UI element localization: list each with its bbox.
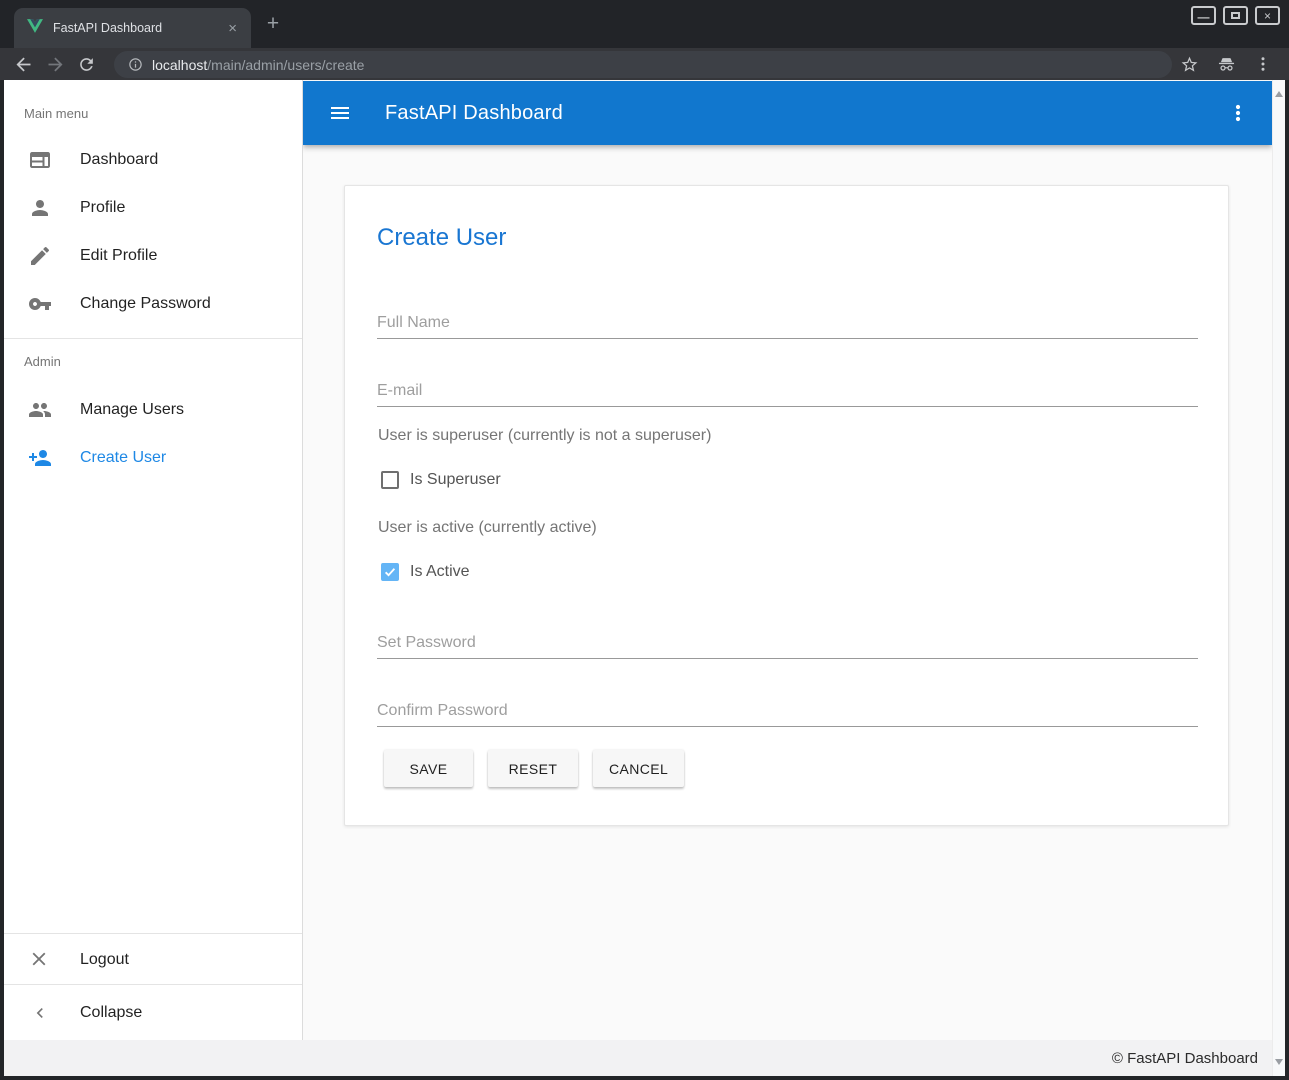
app-footer: © FastAPI Dashboard <box>4 1040 1272 1076</box>
sidebar-item-create-user[interactable]: Create User <box>4 434 302 482</box>
scroll-down-icon[interactable] <box>1275 1059 1283 1065</box>
url-path: /main/admin/users/create <box>207 57 364 73</box>
email-field[interactable] <box>377 375 1198 407</box>
dashboard-icon <box>28 148 52 172</box>
address-bar[interactable]: localhost/main/admin/users/create <box>114 51 1172 78</box>
scroll-up-icon[interactable] <box>1275 91 1283 97</box>
back-icon[interactable] <box>13 54 34 75</box>
new-tab-button[interactable]: + <box>261 13 285 37</box>
sidebar: Main menu Dashboard Profile Edit Profile… <box>4 80 303 1040</box>
hamburger-menu-icon[interactable] <box>328 101 352 125</box>
sidebar-item-profile[interactable]: Profile <box>4 184 302 232</box>
app-viewport: Main menu Dashboard Profile Edit Profile… <box>4 80 1285 1076</box>
app-top-bar: FastAPI Dashboard <box>303 81 1272 145</box>
reset-button[interactable]: RESET <box>488 750 578 787</box>
sidebar-item-collapse[interactable]: Collapse <box>4 987 302 1039</box>
chevron-left-icon <box>28 1001 52 1025</box>
checkbox-label: Is Active <box>410 563 470 581</box>
page-info-icon[interactable] <box>128 57 143 73</box>
person-icon <box>28 196 52 220</box>
page-title: Create User <box>377 224 506 252</box>
tab-close-icon[interactable]: × <box>224 21 241 36</box>
close-icon <box>28 948 52 972</box>
is-superuser-checkbox[interactable]: Is Superuser <box>381 470 501 490</box>
sidebar-section-admin: Admin <box>24 354 61 369</box>
people-icon <box>28 398 52 422</box>
incognito-icon <box>1216 55 1237 74</box>
sidebar-item-dashboard[interactable]: Dashboard <box>4 136 302 184</box>
app-menu-kebab-icon[interactable] <box>1226 101 1250 125</box>
app-title: FastAPI Dashboard <box>385 102 563 125</box>
full-name-field[interactable] <box>377 307 1198 339</box>
sidebar-divider <box>4 933 302 934</box>
reload-icon[interactable] <box>77 55 96 74</box>
save-button[interactable]: SAVE <box>384 750 473 787</box>
window-controls: — × <box>1191 6 1280 25</box>
browser-tab-strip: FastAPI Dashboard × + — × <box>0 0 1289 48</box>
browser-menu-kebab-icon[interactable] <box>1254 55 1272 73</box>
key-icon <box>28 292 52 316</box>
window-minimize-button[interactable]: — <box>1191 6 1216 25</box>
cancel-button[interactable]: CANCEL <box>593 750 684 787</box>
window-maximize-button[interactable] <box>1223 6 1248 25</box>
set-password-field[interactable] <box>377 627 1198 659</box>
superuser-note: User is superuser (currently is not a su… <box>378 427 711 445</box>
sidebar-item-edit-profile[interactable]: Edit Profile <box>4 232 302 280</box>
copyright-text: © FastAPI Dashboard <box>1112 1050 1258 1067</box>
forward-icon[interactable] <box>45 54 66 75</box>
browser-tab[interactable]: FastAPI Dashboard × <box>14 8 251 48</box>
sidebar-divider <box>4 984 302 985</box>
vue-favicon-icon <box>27 19 43 37</box>
sidebar-section-main-menu: Main menu <box>24 106 88 121</box>
url-text: localhost/main/admin/users/create <box>152 57 364 73</box>
bookmark-star-icon[interactable] <box>1180 55 1199 74</box>
sidebar-item-logout[interactable]: Logout <box>4 936 302 984</box>
sidebar-item-change-password[interactable]: Change Password <box>4 280 302 328</box>
is-active-checkbox[interactable]: Is Active <box>381 562 470 582</box>
person-add-icon <box>28 446 52 470</box>
checkbox-box[interactable] <box>381 563 399 581</box>
form-actions: SAVE RESET CANCEL <box>384 750 684 787</box>
tab-title: FastAPI Dashboard <box>53 21 224 35</box>
confirm-password-field[interactable] <box>377 695 1198 727</box>
vertical-scrollbar[interactable] <box>1272 80 1285 1076</box>
url-host: localhost <box>152 57 207 73</box>
checkbox-label: Is Superuser <box>410 471 501 489</box>
window-close-button[interactable]: × <box>1255 6 1280 25</box>
checkbox-box[interactable] <box>381 471 399 489</box>
pencil-icon <box>28 244 52 268</box>
maximize-icon <box>1231 12 1240 19</box>
sidebar-divider <box>4 338 302 339</box>
create-user-card: Create User User is superuser (currently… <box>344 185 1229 826</box>
active-note: User is active (currently active) <box>378 519 597 537</box>
sidebar-item-manage-users[interactable]: Manage Users <box>4 386 302 434</box>
